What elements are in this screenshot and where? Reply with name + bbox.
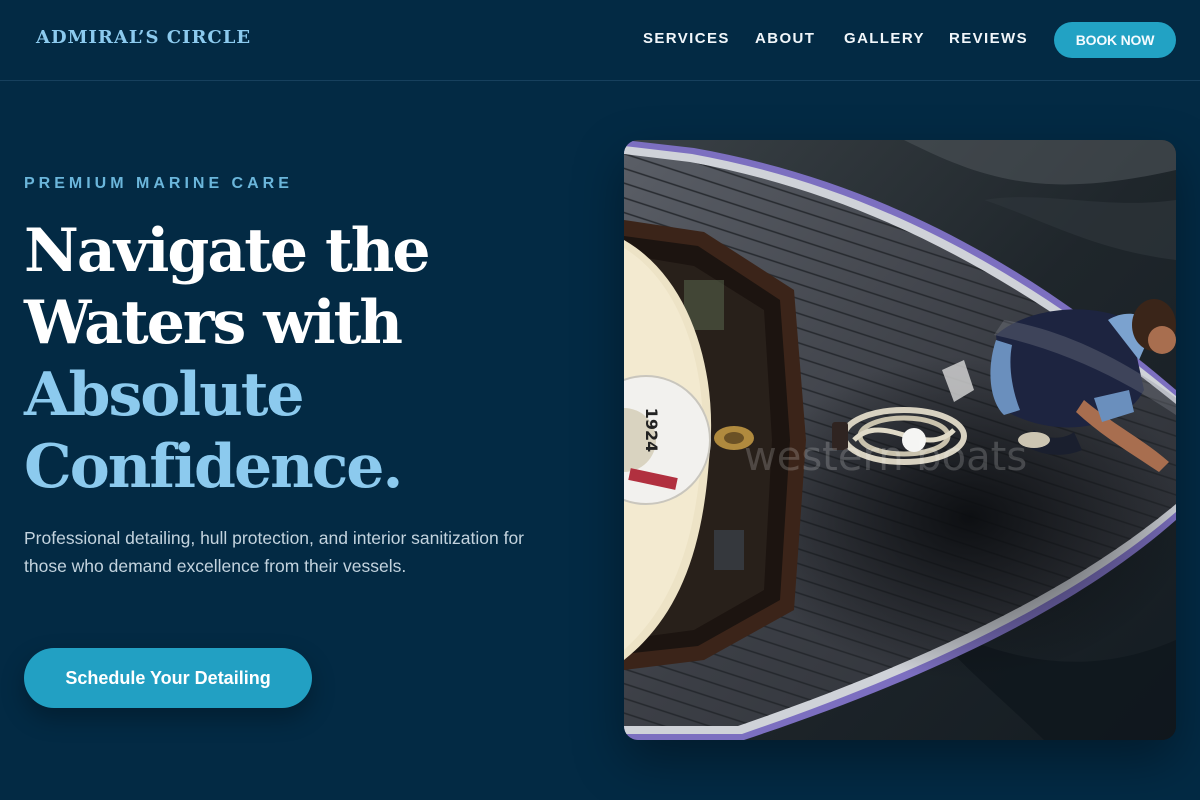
headline-line-1: Navigate the <box>24 216 431 286</box>
hero-subtitle: Professional detailing, hull protection,… <box>24 528 525 576</box>
hero-eyebrow: PREMIUM MARINE CARE <box>24 175 293 192</box>
hero-boat-image: 1924 western boats <box>624 140 1176 740</box>
nav-link-services[interactable]: SERVICES <box>643 30 730 47</box>
headline-line-4: Confidence. <box>24 432 403 502</box>
schedule-detailing-button[interactable]: Schedule Your Detailing <box>24 648 312 708</box>
nav-link-about[interactable]: ABOUT <box>755 30 815 47</box>
nav-link-gallery[interactable]: GALLERY <box>844 30 925 47</box>
book-now-button[interactable]: BOOK NOW <box>1054 22 1176 58</box>
hero-headline: Navigate the Waters with Absolute Confid… <box>24 215 604 503</box>
brand-logo[interactable]: ADMIRAL’S CIRCLE <box>36 27 251 48</box>
headline-line-3: Absolute <box>24 360 305 430</box>
headline-line-2: Waters with <box>24 288 403 358</box>
image-watermark: western boats <box>744 434 1027 480</box>
boat-illustration: 1924 western boats <box>624 140 1176 740</box>
site-header: ADMIRAL’S CIRCLE SERVICES ABOUT GALLERY … <box>0 0 1200 81</box>
nav-link-reviews[interactable]: REVIEWS <box>949 30 1028 47</box>
life-ring-text: 1924 <box>642 408 661 453</box>
